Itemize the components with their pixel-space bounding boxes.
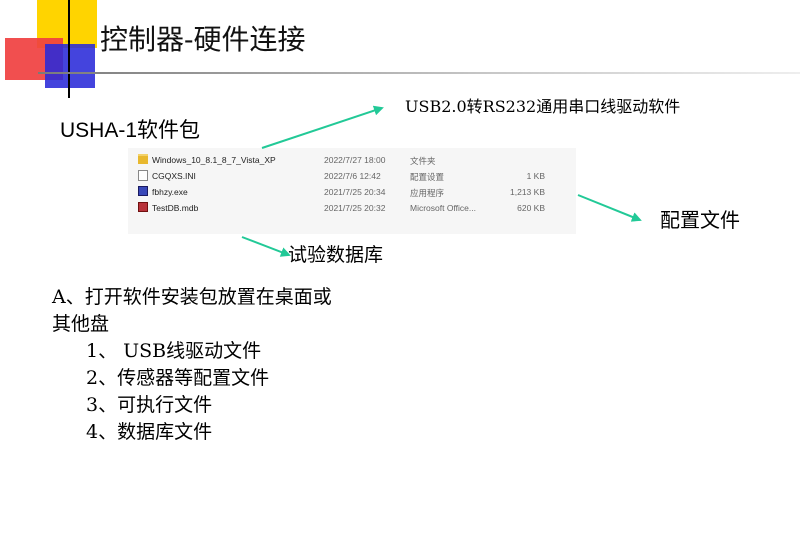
instruction-item: 3、可执行文件 (86, 394, 213, 416)
instruction-line: A、打开软件安装包放置在桌面或 (52, 286, 332, 308)
instruction-item: 4、数据库文件 (86, 421, 213, 443)
instructions-block: A、打开软件安装包放置在桌面或 其他盘 1、 USB线驱动文件 2、传感器等配置… (52, 284, 332, 446)
instruction-item: 1、 USB线驱动文件 (86, 340, 262, 362)
instruction-item: 2、传感器等配置文件 (86, 367, 270, 389)
annotation-arrows (241, 105, 642, 257)
instruction-line: 其他盘 (52, 313, 110, 335)
arrow-to-usb-driver (261, 105, 384, 149)
arrow-to-test-database (241, 236, 291, 257)
arrow-to-config-file (577, 194, 642, 222)
